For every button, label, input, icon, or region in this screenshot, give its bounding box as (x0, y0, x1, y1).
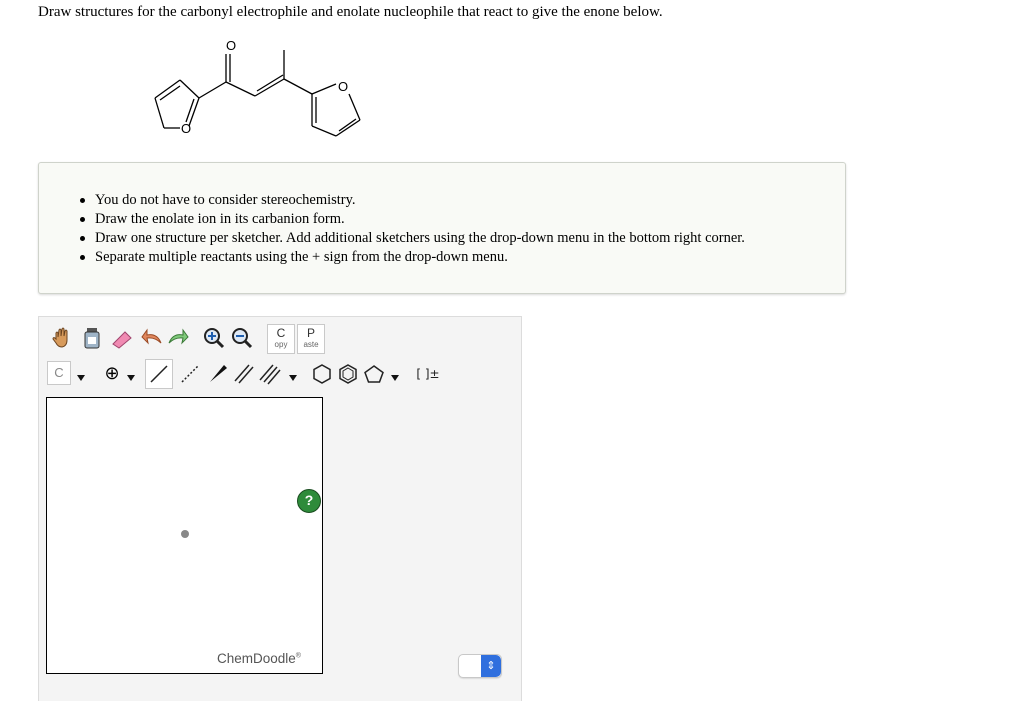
help-icon[interactable]: ? (297, 489, 321, 513)
canvas-cursor-dot (181, 530, 189, 538)
dashed-bond-icon[interactable] (175, 359, 205, 389)
paste-button-rest: aste (303, 340, 319, 349)
select-arrows-icon[interactable]: ⇕ (481, 655, 501, 677)
single-bond-icon[interactable] (145, 359, 173, 389)
eraser-icon[interactable] (107, 323, 137, 353)
copy-button[interactable]: C opy (267, 324, 295, 354)
drawing-canvas[interactable]: ? (46, 397, 323, 674)
brand-registered-mark: ® (295, 652, 301, 660)
hint-item: Draw one structure per sketcher. Add add… (80, 230, 745, 246)
chemdoodle-sketcher: C opy P aste C ⊕ [ ]± ? ChemDoodle® (38, 316, 522, 701)
zoom-out-icon[interactable] (227, 323, 257, 353)
clear-bottle-icon[interactable] (77, 323, 107, 353)
bracket-tool-button[interactable]: [ ]± (413, 359, 443, 389)
hint-item: You do not have to consider stereochemis… (80, 191, 745, 210)
atom-dropdown-caret-icon[interactable] (77, 375, 85, 381)
charge-dropdown-caret-icon[interactable] (127, 375, 135, 381)
multiple-bond-icon[interactable] (255, 359, 285, 389)
left-furan-oxygen: O (181, 121, 191, 136)
atom-label-button[interactable]: C (47, 361, 71, 385)
paste-button-initial: P (306, 326, 315, 340)
enone-structure: O O O (154, 38, 361, 137)
carbonyl-oxygen: O (226, 38, 236, 53)
copy-button-initial: C (276, 326, 286, 340)
copy-button-rest: opy (274, 340, 288, 349)
question-text: Draw structures for the carbonyl electro… (38, 4, 663, 20)
bond-dropdown-caret-icon[interactable] (289, 375, 297, 381)
paste-button[interactable]: P aste (297, 324, 325, 354)
sketcher-dropdown-select[interactable]: ⇕ (458, 654, 502, 678)
brand-name: ChemDoodle (217, 651, 296, 666)
zoom-in-icon[interactable] (199, 323, 229, 353)
hint-item: Draw the enolate ion in its carbanion fo… (80, 210, 745, 229)
redo-icon[interactable] (163, 323, 193, 353)
pentagon-ring-icon[interactable] (359, 359, 389, 389)
chemdoodle-brand: ChemDoodle® (217, 651, 301, 666)
hint-item: Separate multiple reactants using the + … (80, 248, 745, 267)
hint-box: You do not have to consider stereochemis… (38, 162, 846, 294)
hand-tool-icon[interactable] (47, 323, 77, 353)
hint-list: You do not have to consider stereochemis… (80, 191, 745, 267)
charge-button[interactable]: ⊕ (97, 358, 127, 388)
right-furan-oxygen: O (338, 79, 348, 94)
ring-dropdown-caret-icon[interactable] (391, 375, 399, 381)
